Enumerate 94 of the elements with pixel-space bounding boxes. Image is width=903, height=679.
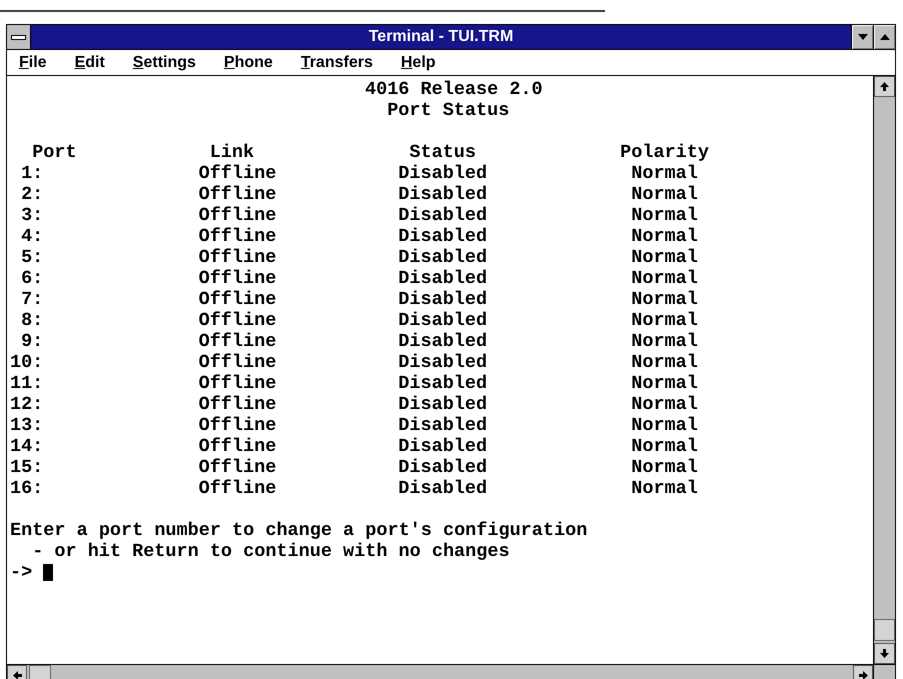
table-cell: Normal <box>631 436 698 457</box>
table-cell: Disabled <box>398 352 488 373</box>
table-cell: Disabled <box>398 457 488 478</box>
table-cell: Normal <box>631 331 698 352</box>
table-cell: 1: <box>21 163 44 184</box>
terminal-subheading: Port Status <box>387 100 510 121</box>
table-cell: 10: <box>10 352 44 373</box>
menu-item[interactable]: Edit <box>74 53 105 72</box>
table-cell: 15: <box>10 457 44 478</box>
terminal-heading: 4016 Release 2.0 <box>365 79 543 100</box>
table-cell: Offline <box>198 373 276 394</box>
table-cell: Disabled <box>398 394 488 415</box>
table-cell: Offline <box>198 268 276 289</box>
table-cell: Normal <box>631 394 698 415</box>
prompt-symbol: -> <box>10 562 32 583</box>
table-cell: Disabled <box>398 247 488 268</box>
table-cell: Offline <box>198 352 276 373</box>
column-header: Polarity <box>620 142 709 163</box>
menu-item[interactable]: Phone <box>224 53 273 72</box>
table-cell: Normal <box>631 205 698 226</box>
menu-item[interactable]: File <box>19 53 47 72</box>
arrow-left-icon <box>12 671 22 679</box>
table-cell: Offline <box>198 205 276 226</box>
table-cell: Normal <box>631 373 698 394</box>
table-cell: Normal <box>631 268 698 289</box>
arrow-right-icon <box>858 671 868 679</box>
table-cell: Normal <box>631 163 698 184</box>
table-cell: Disabled <box>398 184 488 205</box>
table-cell: 5: <box>21 247 44 268</box>
table-cell: Offline <box>198 310 276 331</box>
table-cell: Normal <box>631 415 698 436</box>
triangle-up-icon <box>880 34 890 40</box>
column-header: Link <box>210 142 254 163</box>
table-cell: 3: <box>21 205 44 226</box>
table-cell: Normal <box>631 247 698 268</box>
table-cell: Disabled <box>398 226 488 247</box>
table-cell: Normal <box>631 352 698 373</box>
table-cell: 4: <box>21 226 44 247</box>
triangle-down-icon <box>858 34 868 40</box>
minimize-button[interactable] <box>851 25 873 49</box>
table-cell: Offline <box>198 415 276 436</box>
scroll-up-button[interactable] <box>874 76 895 97</box>
table-cell: 11: <box>10 373 44 394</box>
column-header: Port <box>32 142 77 163</box>
table-cell: Offline <box>198 289 276 310</box>
table-cell: Disabled <box>398 478 488 499</box>
table-cell: Normal <box>631 289 698 310</box>
message-text: - or hit Return to continue with no changes <box>32 541 510 562</box>
table-cell: Offline <box>198 226 276 247</box>
table-cell: Offline <box>198 163 276 184</box>
table-cell: Normal <box>631 226 698 247</box>
table-cell: 9: <box>21 331 44 352</box>
table-cell: Disabled <box>398 331 488 352</box>
table-cell: Normal <box>631 478 698 499</box>
dash-icon <box>11 34 26 40</box>
table-cell: Offline <box>198 247 276 268</box>
table-cell: Offline <box>198 436 276 457</box>
table-cell: 7: <box>21 289 44 310</box>
table-cell: 8: <box>21 310 44 331</box>
scrollbar-thumb[interactable] <box>874 619 895 641</box>
table-cell: Offline <box>198 394 276 415</box>
arrow-up-icon <box>880 82 889 91</box>
menu-item[interactable]: Settings <box>132 53 196 72</box>
arrow-down-icon <box>880 649 889 658</box>
table-cell: Disabled <box>398 268 488 289</box>
scroll-down-button[interactable] <box>874 643 895 664</box>
table-cell: Normal <box>631 457 698 478</box>
table-cell: 14: <box>10 436 44 457</box>
table-cell: Disabled <box>398 415 488 436</box>
table-cell: 12: <box>10 394 44 415</box>
table-cell: Offline <box>198 184 276 205</box>
table-cell: 6: <box>21 268 44 289</box>
message-text: Enter a port number to change a port's configuration <box>10 520 588 541</box>
table-cell: Offline <box>198 457 276 478</box>
table-cell: Disabled <box>398 436 488 457</box>
menu-item[interactable]: Transfers <box>300 53 373 72</box>
table-cell: Disabled <box>398 373 488 394</box>
window-title: Terminal - TUI.TRM <box>368 27 514 47</box>
column-header: Status <box>409 142 476 163</box>
table-cell: 2: <box>21 184 44 205</box>
system-menu-button[interactable] <box>7 25 31 49</box>
menu-item[interactable]: Help <box>400 53 436 72</box>
table-cell: 13: <box>10 415 44 436</box>
table-cell: Disabled <box>398 205 488 226</box>
table-cell: Disabled <box>398 163 488 184</box>
block-cursor-icon <box>43 564 54 581</box>
table-cell: Offline <box>198 331 276 352</box>
maximize-button[interactable] <box>873 25 895 49</box>
table-cell: Disabled <box>398 289 488 310</box>
table-cell: 16: <box>10 478 44 499</box>
table-cell: Normal <box>631 310 698 331</box>
table-cell: Disabled <box>398 310 488 331</box>
table-cell: Normal <box>631 184 698 205</box>
table-cell: Offline <box>198 478 276 499</box>
